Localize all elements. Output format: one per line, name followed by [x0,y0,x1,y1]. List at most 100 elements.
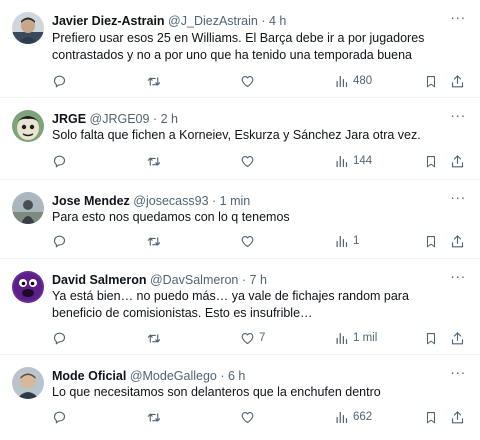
retweet-icon [147,236,161,246]
heart-icon [241,411,254,423]
author-name[interactable]: David Salmeron [52,273,146,287]
views-button[interactable]: 144 [334,152,372,170]
bookmark-button[interactable] [424,152,438,170]
avatar[interactable] [12,192,44,224]
reply-button[interactable] [52,232,71,250]
bookmark-button[interactable] [424,408,438,426]
timestamp[interactable]: 2 h [161,112,178,126]
share-button[interactable] [450,408,465,426]
more-options-icon[interactable]: ··· [448,108,468,126]
reply-button[interactable] [52,408,71,426]
like-button[interactable] [240,72,259,90]
person-photo-avatar-icon [12,367,44,399]
separator-dot: · [212,194,217,208]
views-count: 662 [353,411,373,423]
author-handle[interactable]: @J_DiezAstrain [168,14,258,28]
retweet-button[interactable] [146,408,166,426]
like-button[interactable] [240,232,259,250]
share-button[interactable] [450,232,465,250]
views-chart-icon [336,235,348,247]
author-name[interactable]: Mode Oficial [52,369,126,383]
like-button[interactable]: 7 [240,329,265,347]
more-options-icon[interactable]: ··· [448,269,468,287]
bookmark-button[interactable] [424,72,438,90]
retweet-button[interactable] [146,232,166,250]
more-options-icon[interactable]: ··· [448,10,468,28]
bookmark-button[interactable] [424,329,438,347]
bookmark-icon [426,75,436,87]
views-count: 1 mil [353,332,378,344]
tweet-text: Prefiero usar esos 25 en Williams. El Ba… [52,31,425,62]
views-button[interactable]: 1 mil [334,329,377,347]
views-button[interactable]: 662 [334,408,372,426]
separator-dot: · [152,112,158,126]
separator-dot: · [220,369,225,383]
avatar[interactable] [12,367,44,399]
retweet-icon [147,76,161,86]
bookmark-icon [426,235,436,247]
more-options-icon[interactable]: ··· [448,190,468,208]
heart-icon [241,75,254,87]
retweet-button[interactable] [146,329,166,347]
author-handle[interactable]: @DavSalmeron [150,273,238,287]
tweet[interactable]: Jose Mendez @josecass93 · 1 min ··· Para… [0,180,480,259]
retweet-icon [147,412,161,422]
tweet[interactable]: David Salmeron @DavSalmeron · 7 h ··· Ya… [0,259,480,355]
tweet-header: Jose Mendez @josecass93 · 1 min [52,192,250,210]
bookmark-icon [426,411,436,423]
tweet-header: David Salmeron @DavSalmeron · 7 h [52,271,267,289]
heart-icon [241,332,254,344]
views-button[interactable]: 1 [334,232,359,250]
avatar[interactable] [12,110,44,142]
views-chart-icon [336,332,348,344]
share-button[interactable] [450,152,465,170]
timestamp[interactable]: 7 h [250,273,267,287]
heart-icon [241,155,254,167]
tweet[interactable]: JRGE @JRGE09 · 2 h ··· Solo falta que fi… [0,98,480,180]
bookmark-icon [426,155,436,167]
retweet-icon [147,333,161,343]
tweet[interactable]: Javier Diez-Astrain @J_DiezAstrain · 4 h… [0,0,480,98]
reply-button[interactable] [52,72,71,90]
like-count: 7 [259,332,266,344]
retweet-icon [147,156,161,166]
author-name[interactable]: Jose Mendez [52,194,130,208]
share-button[interactable] [450,329,465,347]
tweet-actions: 662 [52,408,468,426]
share-icon [451,234,464,247]
bookmark-button[interactable] [424,232,438,250]
reply-button[interactable] [52,152,71,170]
tweet-header: Javier Diez-Astrain @J_DiezAstrain · 4 h [52,12,286,30]
like-button[interactable] [240,152,259,170]
like-button[interactable] [240,408,259,426]
share-button[interactable] [450,72,465,90]
views-chart-icon [336,411,348,423]
separator-dot: · [261,14,266,28]
author-name[interactable]: Javier Diez-Astrain [52,14,165,28]
retweet-button[interactable] [146,72,166,90]
timestamp[interactable]: 6 h [228,369,245,383]
reply-icon [53,332,66,344]
avatar[interactable] [12,271,44,303]
more-options-icon[interactable]: ··· [448,365,468,383]
share-icon [451,74,464,87]
author-handle[interactable]: @josecass93 [133,194,208,208]
avatar[interactable] [12,12,44,44]
author-handle[interactable]: @JRGE09 [90,112,150,126]
cartoon-character-avatar-icon [12,110,44,142]
tweet-actions: 480 [52,72,468,90]
views-button[interactable]: 480 [334,72,372,90]
reply-button[interactable] [52,329,71,347]
share-icon [451,410,464,423]
outdoor-photo-avatar-icon [12,192,44,224]
tweet[interactable]: Mode Oficial @ModeGallego · 6 h ··· Lo q… [0,355,480,440]
retweet-button[interactable] [146,152,166,170]
purple-monster-avatar-icon [12,271,44,303]
author-handle[interactable]: @ModeGallego [130,369,217,383]
author-name[interactable]: JRGE [52,112,86,126]
timestamp[interactable]: 1 min [220,194,251,208]
share-icon [451,331,464,344]
heart-icon [241,235,254,247]
timestamp[interactable]: 4 h [269,14,286,28]
separator-dot: · [241,273,247,287]
